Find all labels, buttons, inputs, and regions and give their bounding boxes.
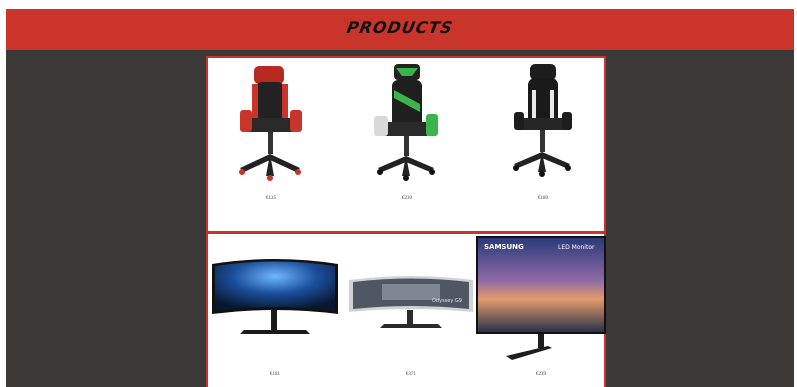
product-price: €180 — [538, 196, 548, 201]
app-frame: PRODUCTS €125 €230 €180 €181 Odyssey G9 … — [6, 9, 794, 387]
product-price: €181 — [270, 372, 280, 377]
product-card-monitor-2[interactable]: Odyssey G9 €371 — [346, 244, 476, 387]
product-price: €371 — [406, 372, 416, 377]
monitors-panel: €181 Odyssey G9 €371 SAMSUNG LED Monitor… — [206, 232, 606, 387]
page-title: PRODUCTS — [345, 18, 455, 37]
gaming-chair-black-icon — [513, 64, 572, 177]
gaming-chair-green-icon — [374, 64, 438, 181]
curved-monitor-odyssey-icon: Odyssey G9 — [349, 276, 473, 328]
product-card-chair-3[interactable]: €180 — [498, 60, 588, 210]
product-card-chair-1[interactable]: €125 — [226, 60, 316, 210]
product-card-chair-2[interactable]: €230 — [362, 60, 452, 210]
chairs-panel: €125 €230 €180 — [206, 56, 606, 233]
gaming-chair-red-icon — [239, 66, 302, 181]
samsung-brand-text: SAMSUNG — [484, 243, 524, 251]
product-card-monitor-3[interactable]: SAMSUNG LED Monitor €239 — [476, 236, 606, 386]
product-price: €239 — [536, 372, 546, 377]
curved-monitor-blue-icon — [212, 259, 338, 334]
monitor-screen-text: LED Monitor — [558, 244, 595, 251]
product-card-monitor-1[interactable]: €181 — [210, 244, 340, 387]
product-price: €230 — [402, 196, 412, 201]
samsung-monitor-icon: SAMSUNG LED Monitor — [476, 236, 606, 360]
monitor-screen-text: Odyssey G9 — [432, 298, 462, 304]
product-price: €125 — [266, 196, 276, 201]
header-bar: PRODUCTS — [6, 9, 794, 50]
